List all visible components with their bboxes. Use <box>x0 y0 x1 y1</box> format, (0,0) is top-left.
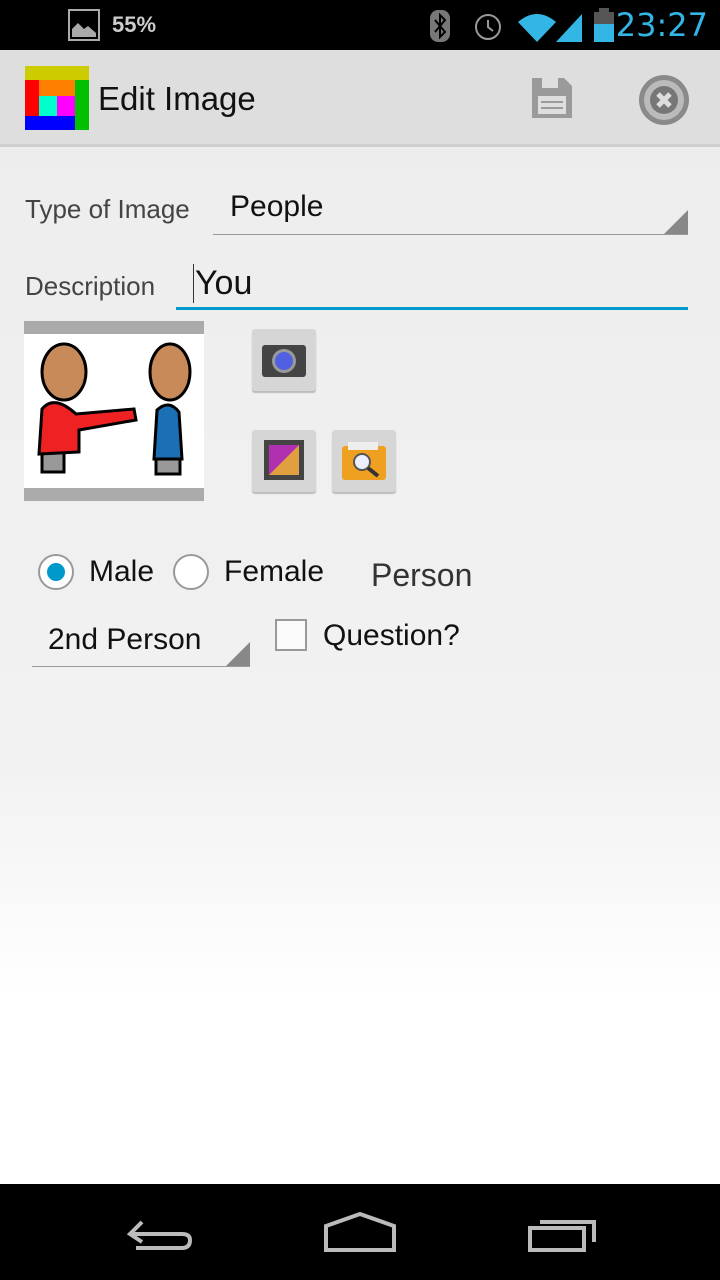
clock: 23:27 <box>615 6 708 44</box>
description-label: Description <box>25 271 156 301</box>
dropdown-arrow-icon <box>226 642 250 666</box>
app-logo[interactable] <box>25 66 89 130</box>
status-bar: 55% 23:27 <box>0 0 720 50</box>
close-icon[interactable] <box>638 74 690 126</box>
signal-icon <box>556 14 582 42</box>
type-of-image-label: Type of Image <box>25 194 190 224</box>
camera-icon <box>262 345 306 377</box>
question-checkbox[interactable] <box>275 619 307 651</box>
question-label: Question? <box>323 619 460 652</box>
people-pictogram <box>37 342 192 476</box>
alarm-icon <box>475 14 501 40</box>
gallery-icon <box>264 440 304 480</box>
bluetooth-icon <box>430 10 450 42</box>
folder-search-icon <box>342 442 386 480</box>
action-bar: Edit Image <box>0 50 720 147</box>
battery-icon <box>594 8 614 42</box>
gallery-button[interactable] <box>252 430 316 492</box>
page-title: Edit Image <box>98 80 256 117</box>
male-label: Male <box>89 555 155 588</box>
save-icon[interactable] <box>532 78 572 118</box>
male-radio[interactable] <box>38 554 74 590</box>
person-value: 2nd Person <box>48 623 202 656</box>
camera-button[interactable] <box>252 329 316 391</box>
female-radio[interactable] <box>173 554 209 590</box>
image-notification-icon <box>68 9 100 41</box>
dropdown-arrow-icon <box>664 210 688 234</box>
image-preview[interactable] <box>24 321 204 501</box>
type-of-image-value: People <box>230 190 324 223</box>
description-input[interactable]: You <box>176 262 688 310</box>
type-of-image-spinner[interactable]: People <box>213 190 688 235</box>
battery-percent: 55% <box>112 12 157 37</box>
wifi-icon <box>518 14 556 42</box>
person-label: Person <box>371 557 473 593</box>
recents-icon[interactable] <box>526 1214 598 1254</box>
radio-selected-dot <box>47 563 65 581</box>
description-value: You <box>193 264 253 303</box>
female-label: Female <box>224 555 325 588</box>
navigation-bar <box>0 1184 720 1280</box>
home-icon[interactable] <box>322 1212 398 1252</box>
browse-files-button[interactable] <box>332 430 396 492</box>
wifi-signal-icons <box>518 14 582 42</box>
back-icon[interactable] <box>124 1212 196 1252</box>
person-spinner[interactable]: 2nd Person <box>32 618 250 667</box>
